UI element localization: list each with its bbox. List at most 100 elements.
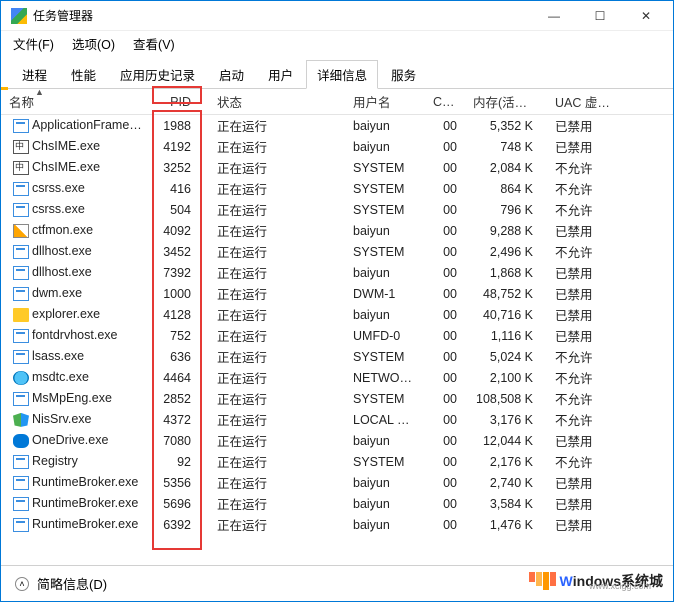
cell-cpu: 00 (425, 224, 465, 238)
table-row[interactable]: ChsIME.exe3252正在运行SYSTEM002,084 K不允许 (1, 157, 673, 178)
cell-cpu: 00 (425, 434, 465, 448)
cell-uac: 已禁用 (541, 473, 621, 492)
cell-uac: 不允许 (541, 389, 621, 408)
menu-file[interactable]: 文件(F) (9, 32, 58, 55)
cell-pid: 2852 (153, 392, 203, 406)
cell-uac: 不允许 (541, 158, 621, 177)
cell-user: SYSTEM (345, 161, 425, 175)
table-row[interactable]: OneDrive.exe7080正在运行baiyun0012,044 K已禁用 (1, 430, 673, 451)
cell-name: ChsIME.exe (32, 160, 100, 174)
cell-pid: 636 (153, 350, 203, 364)
cell-mem: 2,176 K (465, 455, 541, 469)
cell-uac: 已禁用 (541, 515, 621, 534)
col-pid[interactable]: PID (153, 95, 203, 109)
table-row[interactable]: explorer.exe4128正在运行baiyun0040,716 K已禁用 (1, 304, 673, 325)
cell-user: NETWOR... (345, 371, 425, 385)
grid-rows[interactable]: ApplicationFrameH...1988正在运行baiyun005,35… (1, 115, 673, 575)
table-row[interactable]: csrss.exe416正在运行SYSTEM00864 K不允许 (1, 178, 673, 199)
cell-state: 正在运行 (203, 389, 345, 408)
cell-cpu: 00 (425, 518, 465, 532)
titlebar[interactable]: 任务管理器 — ☐ ✕ (1, 1, 673, 31)
cell-name: csrss.exe (32, 202, 85, 216)
col-uac[interactable]: UAC 虚拟化 (541, 92, 621, 111)
cell-uac: 已禁用 (541, 305, 621, 324)
cell-cpu: 00 (425, 161, 465, 175)
cell-uac: 不允许 (541, 410, 621, 429)
cell-mem: 1,476 K (465, 518, 541, 532)
process-icon (13, 203, 29, 217)
tab-3[interactable]: 启动 (208, 60, 255, 89)
tab-6[interactable]: 服务 (380, 60, 427, 89)
cell-name: explorer.exe (32, 307, 100, 321)
cell-user: baiyun (345, 476, 425, 490)
cell-user: SYSTEM (345, 392, 425, 406)
process-icon (13, 140, 29, 154)
table-row[interactable]: RuntimeBroker.exe5696正在运行baiyun003,584 K… (1, 493, 673, 514)
tab-5[interactable]: 详细信息 (306, 60, 378, 89)
minimize-button[interactable]: — (531, 1, 577, 31)
table-row[interactable]: dwm.exe1000正在运行DWM-10048,752 K已禁用 (1, 283, 673, 304)
menu-options[interactable]: 选项(O) (68, 32, 119, 55)
col-user[interactable]: 用户名 (345, 92, 425, 111)
col-name[interactable]: ▲ 名称 (1, 92, 153, 111)
cell-state: 正在运行 (203, 263, 345, 282)
col-mem[interactable]: 内存(活动... (465, 92, 541, 111)
table-row[interactable]: ApplicationFrameH...1988正在运行baiyun005,35… (1, 115, 673, 136)
tab-0[interactable]: 进程 (11, 60, 58, 89)
cell-user: baiyun (345, 224, 425, 238)
maximize-button[interactable]: ☐ (577, 1, 623, 31)
cell-cpu: 00 (425, 182, 465, 196)
brief-info-link[interactable]: 简略信息(D) (37, 574, 107, 593)
cell-user: UMFD-0 (345, 329, 425, 343)
tab-4[interactable]: 用户 (257, 60, 304, 89)
table-row[interactable]: msdtc.exe4464正在运行NETWOR...002,100 K不允许 (1, 367, 673, 388)
watermark-logo-icon (529, 572, 556, 590)
table-row[interactable]: RuntimeBroker.exe5356正在运行baiyun002,740 K… (1, 472, 673, 493)
cell-uac: 不允许 (541, 452, 621, 471)
cell-uac: 已禁用 (541, 221, 621, 240)
cell-cpu: 00 (425, 350, 465, 364)
table-row[interactable]: dllhost.exe3452正在运行SYSTEM002,496 K不允许 (1, 241, 673, 262)
process-icon (13, 182, 29, 196)
cell-cpu: 00 (425, 119, 465, 133)
table-row[interactable]: ctfmon.exe4092正在运行baiyun009,288 K已禁用 (1, 220, 673, 241)
cell-state: 正在运行 (203, 431, 345, 450)
cell-uac: 不允许 (541, 179, 621, 198)
cell-user: baiyun (345, 308, 425, 322)
cell-mem: 12,044 K (465, 434, 541, 448)
cell-mem: 1,868 K (465, 266, 541, 280)
process-icon (13, 266, 29, 280)
cell-mem: 3,584 K (465, 497, 541, 511)
table-row[interactable]: MsMpEng.exe2852正在运行SYSTEM00108,508 K不允许 (1, 388, 673, 409)
collapse-icon[interactable]: ˄ (15, 577, 29, 591)
tab-2[interactable]: 应用历史记录 (109, 60, 206, 89)
cell-uac: 已禁用 (541, 326, 621, 345)
col-state[interactable]: 状态 (203, 92, 345, 111)
cell-cpu: 00 (425, 266, 465, 280)
col-cpu[interactable]: CPU (425, 95, 465, 109)
cell-pid: 1000 (153, 287, 203, 301)
tab-1[interactable]: 性能 (60, 60, 107, 89)
cell-user: baiyun (345, 266, 425, 280)
cell-pid: 6392 (153, 518, 203, 532)
cell-mem: 2,496 K (465, 245, 541, 259)
cell-state: 正在运行 (203, 410, 345, 429)
sort-indicator-icon: ▲ (35, 92, 44, 97)
close-button[interactable]: ✕ (623, 1, 669, 31)
cell-user: SYSTEM (345, 350, 425, 364)
cell-pid: 92 (153, 455, 203, 469)
table-row[interactable]: Registry92正在运行SYSTEM002,176 K不允许 (1, 451, 673, 472)
table-row[interactable]: RuntimeBroker.exe6392正在运行baiyun001,476 K… (1, 514, 673, 535)
table-row[interactable]: lsass.exe636正在运行SYSTEM005,024 K不允许 (1, 346, 673, 367)
cell-pid: 7392 (153, 266, 203, 280)
cell-user: baiyun (345, 434, 425, 448)
cell-pid: 3252 (153, 161, 203, 175)
table-row[interactable]: csrss.exe504正在运行SYSTEM00796 K不允许 (1, 199, 673, 220)
table-row[interactable]: fontdrvhost.exe752正在运行UMFD-0001,116 K已禁用 (1, 325, 673, 346)
cell-uac: 已禁用 (541, 494, 621, 513)
menu-view[interactable]: 查看(V) (129, 32, 179, 55)
app-icon (11, 8, 27, 24)
table-row[interactable]: ChsIME.exe4192正在运行baiyun00748 K已禁用 (1, 136, 673, 157)
table-row[interactable]: dllhost.exe7392正在运行baiyun001,868 K已禁用 (1, 262, 673, 283)
table-row[interactable]: NisSrv.exe4372正在运行LOCAL SE...003,176 K不允… (1, 409, 673, 430)
